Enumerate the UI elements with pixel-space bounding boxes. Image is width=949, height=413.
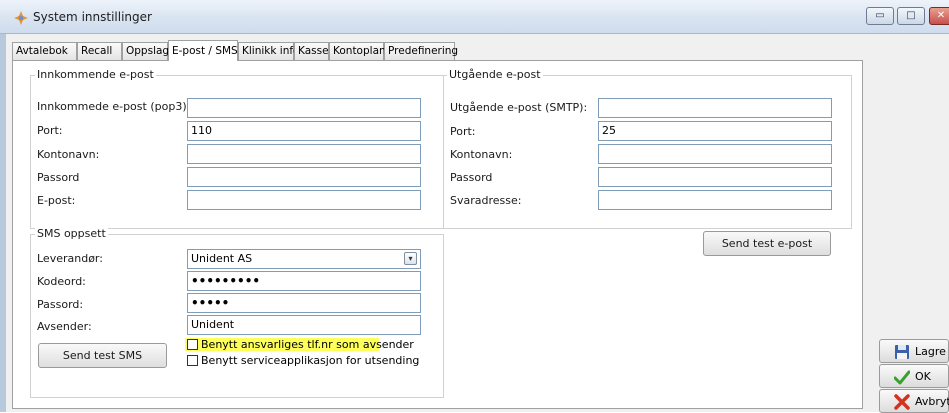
incoming-account-field[interactable] xyxy=(187,144,421,164)
checkmark-icon xyxy=(894,370,910,385)
minimize-button[interactable]: ▭ xyxy=(866,7,894,25)
outgoing-account-field[interactable] xyxy=(598,144,832,164)
incoming-password-field[interactable] xyxy=(187,167,421,187)
reply-address-label: Svaradresse: xyxy=(450,194,522,207)
incoming-email-field[interactable] xyxy=(187,190,421,210)
cancel-button[interactable]: Avbryt xyxy=(879,389,949,413)
use-service-app-option[interactable]: Benytt serviceapplikasjon for utsending xyxy=(187,354,419,368)
outgoing-password-label: Passord xyxy=(450,171,493,184)
floppy-disk-icon xyxy=(895,345,909,359)
use-service-app-label: Benytt serviceapplikasjon for utsending xyxy=(201,354,420,367)
outgoing-password-field[interactable] xyxy=(598,167,832,187)
provider-label: Leverandør: xyxy=(37,252,103,265)
tab-oppslag[interactable]: Oppslag xyxy=(122,42,169,60)
use-responsible-number-option[interactable]: Benytt ansvarliges tlf.nr som avsender xyxy=(187,338,414,352)
outgoing-port-label: Port: xyxy=(450,125,476,138)
maximize-button[interactable]: □ xyxy=(897,7,925,25)
provider-select[interactable]: Unident AS ▾ xyxy=(187,249,421,269)
app-logo-icon xyxy=(14,11,28,25)
sender-field[interactable]: Unident xyxy=(187,315,421,335)
ok-label: OK xyxy=(915,370,931,383)
incoming-password-label: Passord xyxy=(37,171,80,184)
ok-button[interactable]: OK xyxy=(879,364,949,388)
pop3-field[interactable] xyxy=(187,98,421,118)
incoming-port-label: Port: xyxy=(37,124,63,137)
outgoing-port-field[interactable]: 25 xyxy=(598,121,832,141)
tab-epost-sms[interactable]: E-post / SMS xyxy=(168,40,238,61)
sms-setup-title: SMS oppsett xyxy=(35,227,108,240)
incoming-email-label: E-post: xyxy=(37,194,76,207)
tab-klinikk-info[interactable]: Klinikk info xyxy=(238,42,299,60)
tab-kasse[interactable]: Kasse xyxy=(294,42,329,60)
sms-password-field[interactable]: ••••• xyxy=(187,293,421,313)
use-responsible-number-label: Benytt ansvarliges tlf.nr som avsender xyxy=(201,338,414,351)
pop3-label: Innkommede e-post (pop3): xyxy=(37,100,191,113)
sender-label: Avsender: xyxy=(37,320,92,333)
smtp-field[interactable] xyxy=(598,98,832,118)
save-label: Lagre xyxy=(915,345,946,358)
send-test-email-button[interactable]: Send test e-post xyxy=(703,231,831,256)
save-button[interactable]: Lagre xyxy=(879,339,949,363)
minimize-icon: ▭ xyxy=(875,10,885,21)
close-window-button[interactable]: ✕ xyxy=(929,7,949,25)
chevron-down-icon[interactable]: ▾ xyxy=(404,252,417,265)
tab-avtalebok[interactable]: Avtalebok xyxy=(12,42,77,60)
use-service-app-checkbox[interactable] xyxy=(187,355,198,366)
title-bar: System innstillinger ▭ □ ✕ xyxy=(0,0,949,34)
outgoing-email-title: Utgående e-post xyxy=(447,68,543,81)
maximize-icon: □ xyxy=(906,10,916,21)
tab-kontoplan[interactable]: Kontoplan xyxy=(329,42,386,60)
sms-password-label: Passord: xyxy=(37,298,84,311)
cancel-label: Avbryt xyxy=(915,395,949,408)
close-icon: ✕ xyxy=(936,10,946,21)
red-x-icon xyxy=(894,394,910,410)
code-label: Kodeord: xyxy=(37,275,86,288)
incoming-email-title: Innkommende e-post xyxy=(35,68,156,81)
incoming-port-field[interactable]: 110 xyxy=(187,121,421,141)
outgoing-account-label: Kontonavn: xyxy=(450,148,513,161)
use-responsible-number-checkbox[interactable] xyxy=(187,339,198,350)
incoming-account-label: Kontonavn: xyxy=(37,148,100,161)
tab-predefinering[interactable]: Predefinering xyxy=(384,42,458,60)
code-password-field[interactable]: ••••••••• xyxy=(187,271,421,291)
send-test-sms-button[interactable]: Send test SMS xyxy=(38,343,167,368)
tab-recall[interactable]: Recall xyxy=(77,42,122,60)
window-title: System innstillinger xyxy=(33,10,152,24)
provider-selected-value: Unident AS xyxy=(191,252,253,265)
smtp-label: Utgående e-post (SMTP): xyxy=(450,101,588,114)
reply-address-field[interactable] xyxy=(598,190,832,210)
